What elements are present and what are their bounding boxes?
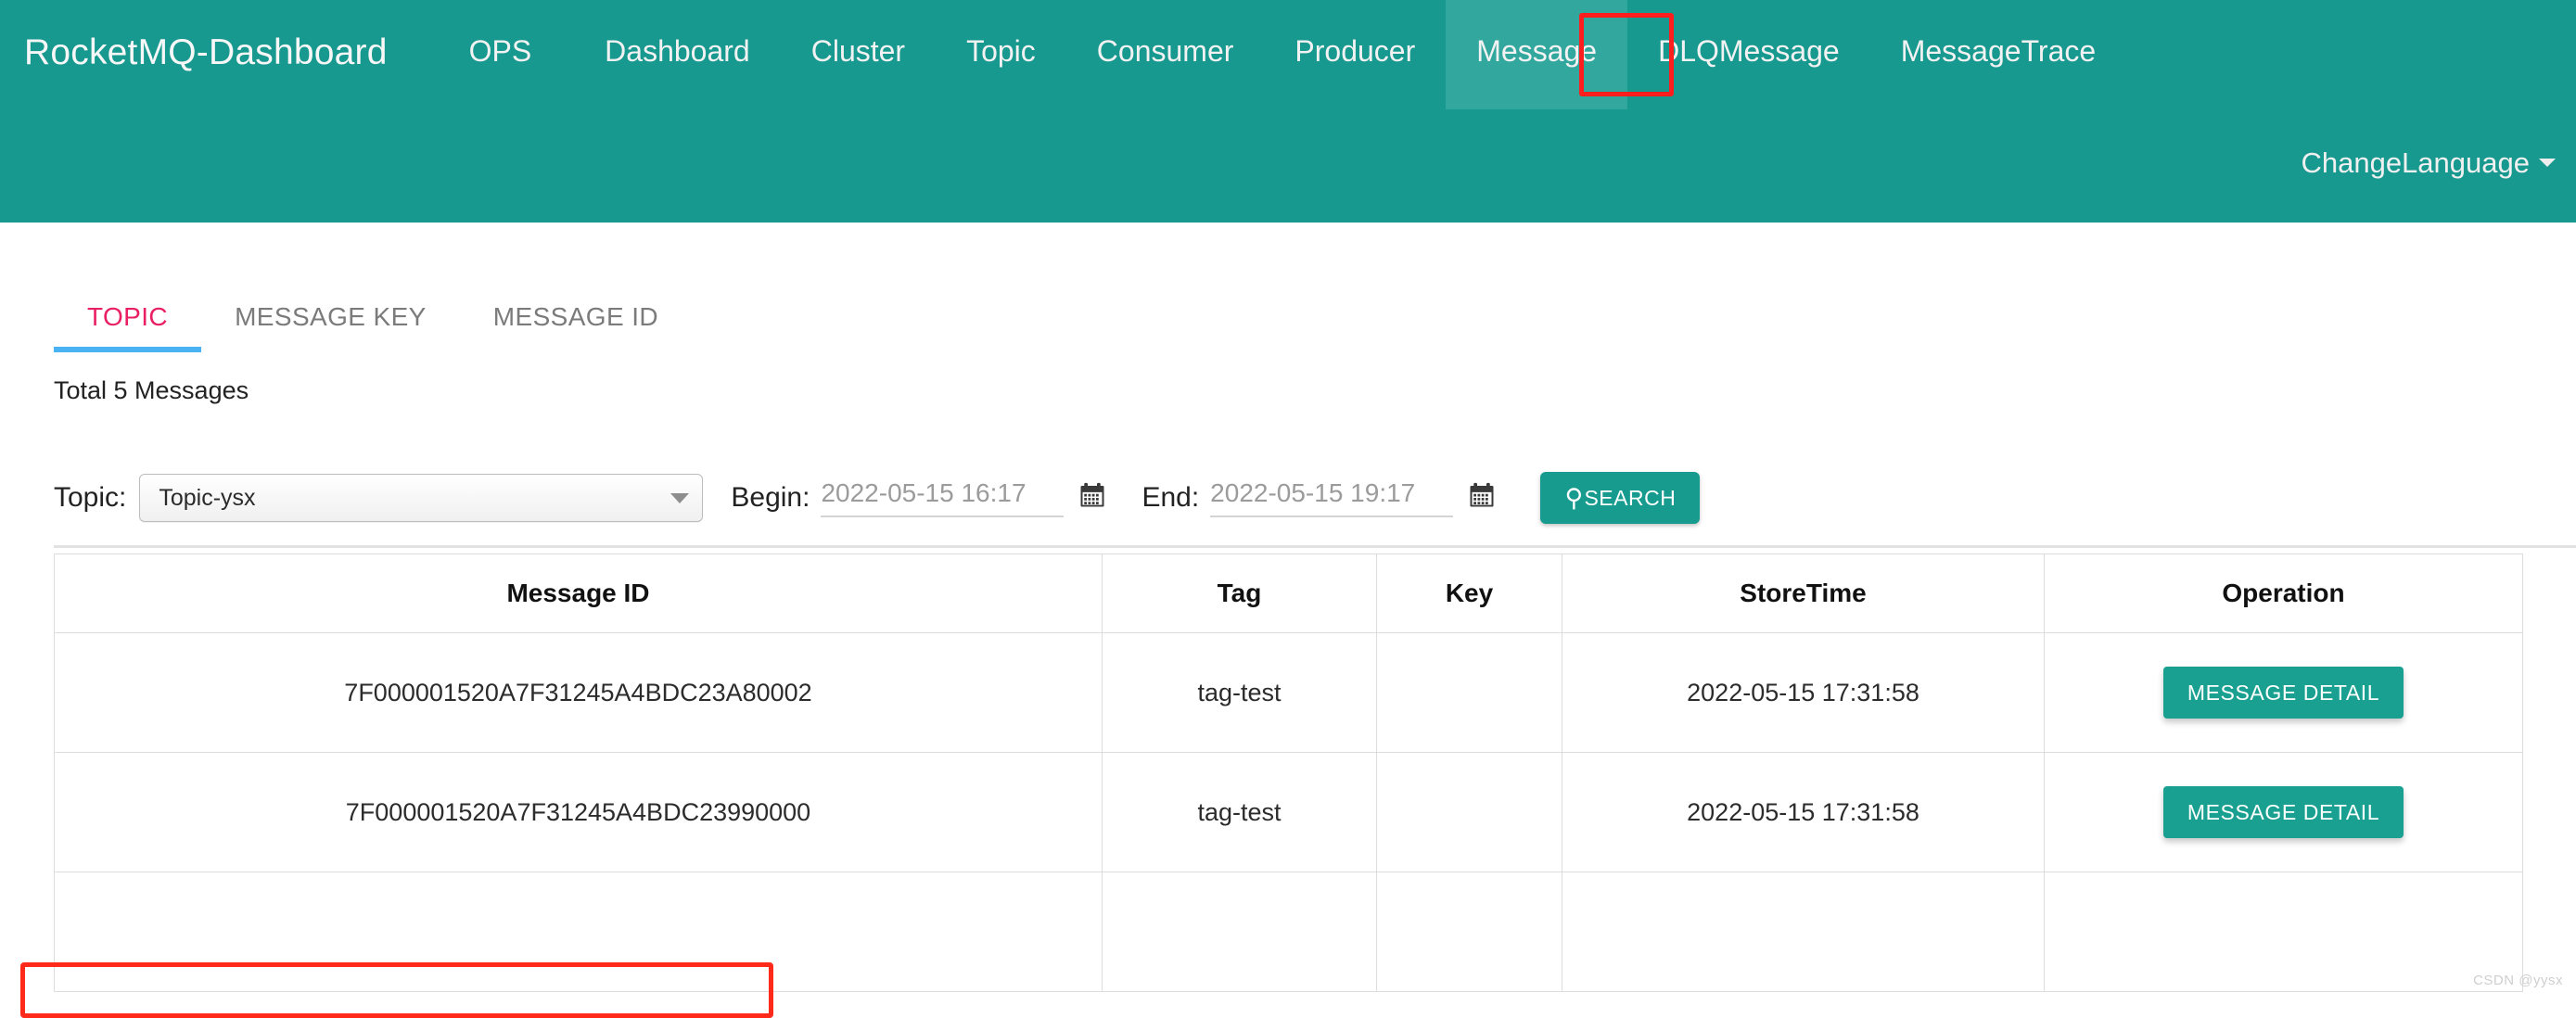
table-row: 7F000001520A7F31245A4BDC23990000 tag-tes… <box>54 752 2523 872</box>
cell-tag <box>1102 872 1377 992</box>
calendar-icon[interactable] <box>1078 481 1106 515</box>
nav-item-dashboard[interactable]: Dashboard <box>574 0 781 109</box>
table-body: 7F000001520A7F31245A4BDC23A80002 tag-tes… <box>54 632 2523 992</box>
table-row: 7F000001520A7F31245A4BDC23A80002 tag-tes… <box>54 632 2523 753</box>
begin-date-value: 2022-05-15 16:17 <box>821 478 1027 507</box>
change-language-label: ChangeLanguage <box>2301 146 2530 179</box>
tab-message-key[interactable]: MESSAGE KEY <box>201 302 460 352</box>
tab-message-id[interactable]: MESSAGE ID <box>460 302 692 352</box>
cell-key <box>1376 632 1562 753</box>
change-language-menu[interactable]: ChangeLanguage <box>2301 148 2556 177</box>
table-head: Message ID Tag Key StoreTime Operation <box>54 554 2523 633</box>
total-messages-label: Total 5 Messages <box>54 376 249 404</box>
cell-message-id: 7F000001520A7F31245A4BDC23990000 <box>54 752 1103 872</box>
column-header-key: Key <box>1376 554 1562 633</box>
cell-operation <box>2044 872 2523 992</box>
table-row <box>54 872 2523 992</box>
column-header-operation: Operation <box>2044 554 2523 633</box>
end-label: End: <box>1141 482 1200 513</box>
column-header-storetime: StoreTime <box>1562 554 2045 633</box>
nav-item-cluster[interactable]: Cluster <box>781 0 936 109</box>
filter-bar-inner: Topic: Topic-ysx Begin: 2022-05-15 16:17 <box>0 450 2576 546</box>
end-date-group: End: 2022-05-15 19:17 <box>1141 478 1496 517</box>
messages-table-wrap: Message ID Tag Key StoreTime Operation 7… <box>54 554 2523 992</box>
nav-item-messagetrace[interactable]: MessageTrace <box>1870 0 2126 109</box>
cell-storetime <box>1562 872 2045 992</box>
end-date-value: 2022-05-15 19:17 <box>1210 478 1416 507</box>
column-header-tag: Tag <box>1102 554 1377 633</box>
search-button-label: SEARCH <box>1584 485 1677 510</box>
page-content: TOPIC MESSAGE KEY MESSAGE ID Total 5 Mes… <box>0 223 2576 1018</box>
message-detail-button[interactable]: MESSAGE DETAIL <box>2162 667 2404 719</box>
watermark: CSDN @yysx <box>2473 973 2563 988</box>
nav-item-consumer[interactable]: Consumer <box>1066 0 1265 109</box>
filter-bar: Topic: Topic-ysx Begin: 2022-05-15 16:17 <box>0 450 2576 1018</box>
message-detail-button[interactable]: MESSAGE DETAIL <box>2162 786 2404 838</box>
brand-title[interactable]: RocketMQ-Dashboard <box>0 0 388 105</box>
message-tabs: TOPIC MESSAGE KEY MESSAGE ID <box>54 223 2576 352</box>
nav-item-message[interactable]: Message <box>1446 0 1628 109</box>
cell-message-id: 7F000001520A7F31245A4BDC23A80002 <box>54 632 1103 753</box>
cell-key <box>1376 752 1562 872</box>
begin-date-group: Begin: 2022-05-15 16:17 <box>731 478 1106 517</box>
tab-topic[interactable]: TOPIC <box>54 302 202 352</box>
cell-tag: tag-test <box>1102 632 1377 753</box>
cell-storetime: 2022-05-15 17:31:58 <box>1562 752 2045 872</box>
begin-label: Begin: <box>731 482 810 513</box>
begin-date-input[interactable]: 2022-05-15 16:17 <box>821 478 1065 517</box>
column-header-message-id: Message ID <box>54 554 1103 633</box>
chevron-down-icon <box>670 492 690 503</box>
cell-key <box>1376 872 1562 992</box>
top-navbar: RocketMQ-Dashboard OPS Dashboard Cluster… <box>0 0 2576 223</box>
chevron-down-icon <box>2539 159 2556 167</box>
calendar-icon[interactable] <box>1468 481 1496 515</box>
cell-message-id <box>54 872 1103 992</box>
topic-select-value: Topic-ysx <box>159 484 256 511</box>
search-icon: ⚲ <box>1564 483 1584 512</box>
nav-item-topic[interactable]: Topic <box>936 0 1066 109</box>
navbar-row: RocketMQ-Dashboard OPS Dashboard Cluster… <box>0 0 2576 109</box>
table-header-row: Message ID Tag Key StoreTime Operation <box>54 554 2523 633</box>
cell-operation: MESSAGE DETAIL <box>2044 752 2523 872</box>
topic-label: Topic: <box>54 482 127 513</box>
nav-item-dlqmessage[interactable]: DLQMessage <box>1627 0 1870 109</box>
nav-item-ops[interactable]: OPS <box>443 0 558 109</box>
topic-select[interactable]: Topic-ysx <box>139 474 704 522</box>
cell-storetime: 2022-05-15 17:31:58 <box>1562 632 2045 753</box>
nav-item-producer[interactable]: Producer <box>1264 0 1446 109</box>
nav-links: OPS Dashboard Cluster Topic Consumer Pro… <box>443 0 2127 109</box>
end-date-input[interactable]: 2022-05-15 19:17 <box>1210 478 1454 517</box>
messages-table: Message ID Tag Key StoreTime Operation 7… <box>54 554 2523 992</box>
search-button[interactable]: ⚲ SEARCH <box>1540 472 1701 524</box>
cell-operation: MESSAGE DETAIL <box>2044 632 2523 753</box>
cell-tag: tag-test <box>1102 752 1377 872</box>
